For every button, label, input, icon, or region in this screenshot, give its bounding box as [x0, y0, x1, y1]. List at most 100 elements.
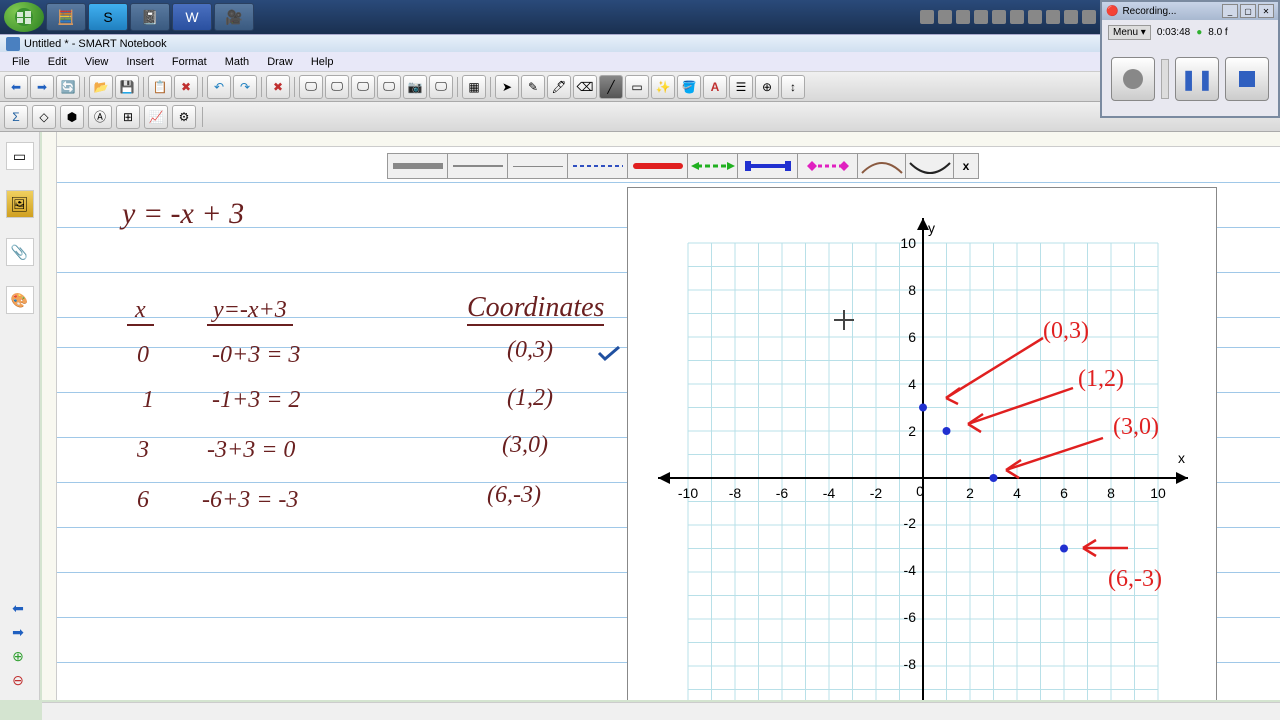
tray-icon[interactable]: [938, 10, 952, 24]
coordinate-graph[interactable]: -10-8-6-4-20246810 108642-2-4-6-8 y x: [627, 187, 1217, 700]
pause-button[interactable]: ❚❚: [1175, 57, 1219, 101]
forward-button[interactable]: ➡: [30, 75, 54, 99]
line-style-arc-up[interactable]: [858, 154, 906, 178]
table-math-button[interactable]: ⊞: [116, 105, 140, 129]
screen-1-button[interactable]: 🖵: [299, 75, 323, 99]
creative-pen-tool[interactable]: 🖊: [547, 75, 571, 99]
graph-label: (0,3): [1043, 318, 1089, 345]
recording-menu-row: Menu ▾ 0:03:48 ● 8.0 f: [1102, 20, 1278, 44]
menu-format[interactable]: Format: [164, 54, 215, 70]
irregular-polygon-button[interactable]: ⬢: [60, 105, 84, 129]
delete-page-nav[interactable]: ⊖: [6, 670, 30, 690]
redo-button[interactable]: ↷: [233, 75, 257, 99]
refresh-button[interactable]: 🔄: [56, 75, 80, 99]
close-button[interactable]: ✕: [1258, 4, 1274, 18]
tray-icon[interactable]: [1046, 10, 1060, 24]
line-style-hairline[interactable]: [508, 154, 568, 178]
notebook-page[interactable]: x y = -x + 3 x y=-x+3 Coordinates 0 -0+3…: [57, 147, 1280, 700]
tray-icon[interactable]: [992, 10, 1006, 24]
screen-3-button[interactable]: 🖵: [351, 75, 375, 99]
pen-tool[interactable]: ✎: [521, 75, 545, 99]
fill-tool[interactable]: 🪣: [677, 75, 701, 99]
recording-titlebar[interactable]: 🔴 Recording... _ ▢ ✕: [1102, 2, 1278, 20]
horizontal-scrollbar[interactable]: [42, 702, 1280, 720]
screen-4-button[interactable]: 🖵: [377, 75, 401, 99]
add-page-button[interactable]: ⊕: [6, 646, 30, 666]
open-button[interactable]: 📂: [89, 75, 113, 99]
select-tool[interactable]: ➤: [495, 75, 519, 99]
save-button[interactable]: 💾: [115, 75, 139, 99]
graph-button[interactable]: 📈: [144, 105, 168, 129]
gallery-tab[interactable]: 🖼: [6, 190, 34, 218]
compass-button[interactable]: Ⓐ: [88, 105, 112, 129]
tray-icon[interactable]: [1028, 10, 1042, 24]
tray-icon[interactable]: [956, 10, 970, 24]
line-style-arc-down[interactable]: [906, 154, 954, 178]
eraser-tool[interactable]: ⌫: [573, 75, 597, 99]
record-button[interactable]: [1111, 57, 1155, 101]
table-button[interactable]: ▦: [462, 75, 486, 99]
back-button[interactable]: ⬅: [4, 75, 28, 99]
properties-tab[interactable]: 🎨: [6, 286, 34, 314]
screen-2-button[interactable]: 🖵: [325, 75, 349, 99]
tray-icon[interactable]: [920, 10, 934, 24]
taskbar-skype[interactable]: S: [88, 3, 128, 31]
line-style-green-arrow[interactable]: [688, 154, 738, 178]
maximize-button[interactable]: ▢: [1240, 4, 1256, 18]
recording-time: 0:03:48: [1157, 27, 1190, 38]
line-style-magenta-diamond[interactable]: [798, 154, 858, 178]
text-tool[interactable]: A: [703, 75, 727, 99]
checkmark-icon: [597, 345, 623, 363]
menu-draw[interactable]: Draw: [259, 54, 301, 70]
measurement-button[interactable]: ⊕: [755, 75, 779, 99]
menu-help[interactable]: Help: [303, 54, 342, 70]
magic-pen-tool[interactable]: ✨: [651, 75, 675, 99]
menu-bar: File Edit View Insert Format Math Draw H…: [0, 52, 1280, 72]
undo-button[interactable]: ↶: [207, 75, 231, 99]
menu-math[interactable]: Math: [217, 54, 257, 70]
menu-edit[interactable]: Edit: [40, 54, 75, 70]
math-toolbar: Σ ◇ ⬢ Ⓐ ⊞ 📈 ⚙: [0, 102, 1280, 132]
shape-recognize-button[interactable]: ◇: [32, 105, 56, 129]
style-bar-close[interactable]: x: [954, 154, 978, 178]
delete-page-button[interactable]: ✖: [266, 75, 290, 99]
tray-icon[interactable]: [1082, 10, 1096, 24]
menu-file[interactable]: File: [4, 54, 38, 70]
taskbar-word[interactable]: W: [172, 3, 212, 31]
tray-icon[interactable]: [1010, 10, 1024, 24]
capture-button[interactable]: 📷: [403, 75, 427, 99]
stop-button[interactable]: [1225, 57, 1269, 101]
taskbar-calculator[interactable]: 🧮: [46, 3, 86, 31]
line-tool[interactable]: ╱: [599, 75, 623, 99]
launch-button[interactable]: ⚙: [172, 105, 196, 129]
move-toolbar-button[interactable]: ↕: [781, 75, 805, 99]
properties-button[interactable]: ☰: [729, 75, 753, 99]
taskbar-recorder[interactable]: 🎥: [214, 3, 254, 31]
paste-button[interactable]: 📋: [148, 75, 172, 99]
page-sorter-tab[interactable]: ▭: [6, 142, 34, 170]
menu-insert[interactable]: Insert: [118, 54, 162, 70]
next-page-arrow[interactable]: ➡: [6, 622, 30, 642]
row-y: -3+3 = 0: [207, 437, 295, 464]
tray-icon[interactable]: [1064, 10, 1078, 24]
delete-button[interactable]: ✖: [174, 75, 198, 99]
line-style-dashed[interactable]: [568, 154, 628, 178]
svg-text:-2: -2: [870, 485, 883, 501]
start-button[interactable]: [4, 2, 44, 32]
tray-icon[interactable]: [974, 10, 988, 24]
line-style-red[interactable]: [628, 154, 688, 178]
document-camera-button[interactable]: 🖵: [429, 75, 453, 99]
line-style-thin[interactable]: [448, 154, 508, 178]
svg-text:8: 8: [1107, 485, 1115, 501]
taskbar-notebook[interactable]: 📓: [130, 3, 170, 31]
line-style-blue-segment[interactable]: [738, 154, 798, 178]
line-style-solid-gray[interactable]: [388, 154, 448, 178]
menu-view[interactable]: View: [77, 54, 117, 70]
shapes-tool[interactable]: ▭: [625, 75, 649, 99]
recording-menu-dropdown[interactable]: Menu ▾: [1108, 25, 1151, 40]
svg-text:-2: -2: [904, 515, 917, 531]
attachments-tab[interactable]: 📎: [6, 238, 34, 266]
minimize-button[interactable]: _: [1222, 4, 1238, 18]
prev-page-arrow[interactable]: ⬅: [6, 598, 30, 618]
sigma-button[interactable]: Σ: [4, 105, 28, 129]
